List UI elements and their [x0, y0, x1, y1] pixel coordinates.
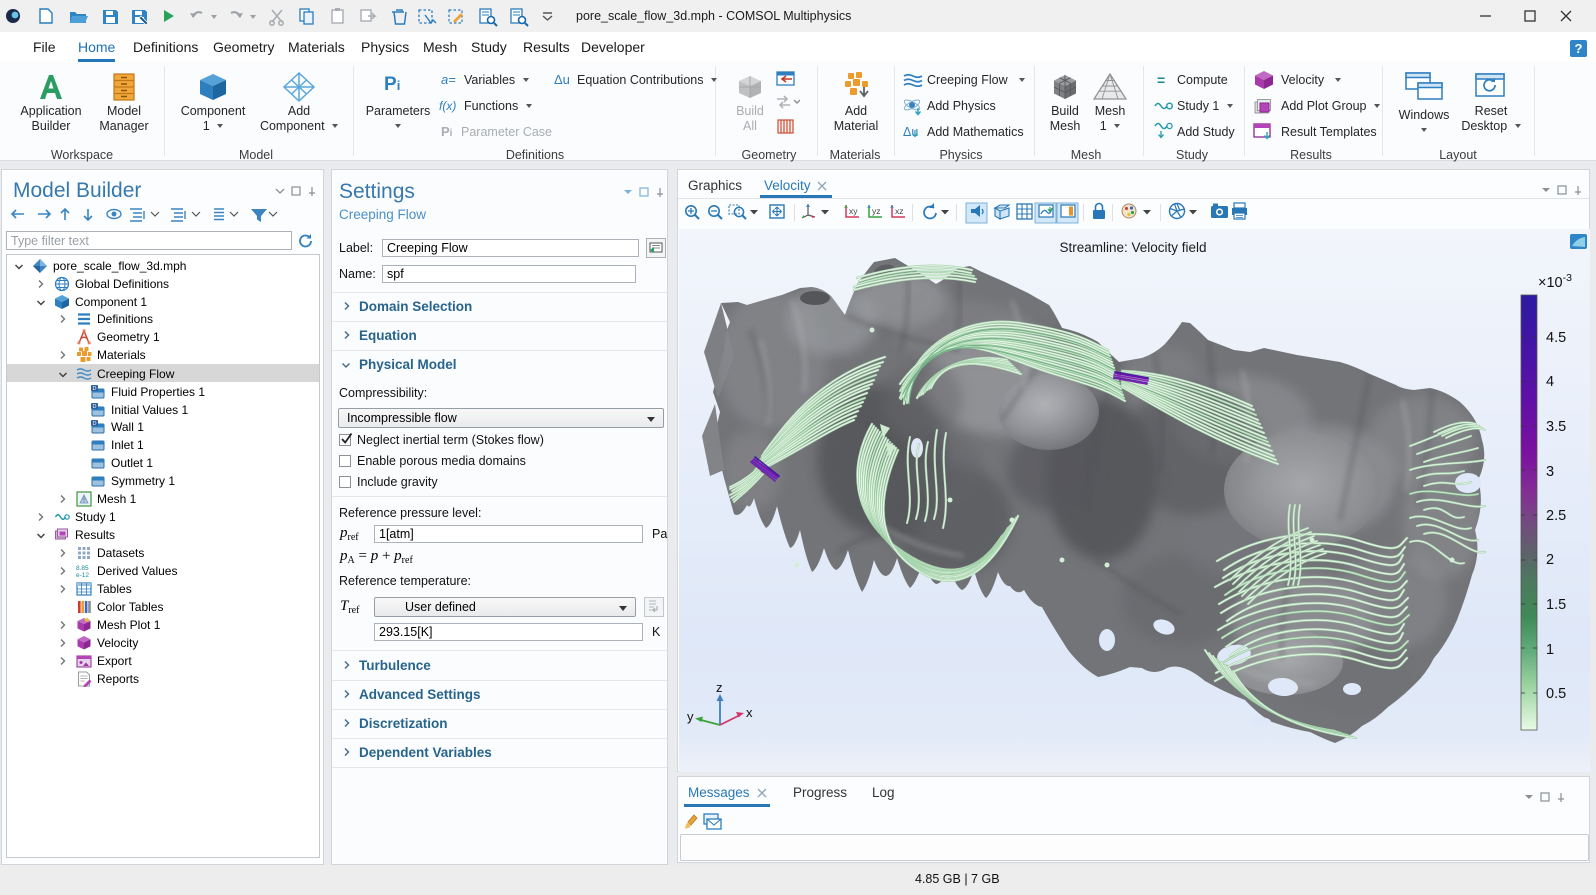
svg-text:4: 4	[1546, 374, 1554, 390]
svg-text:4.5: 4.5	[1546, 330, 1566, 346]
svg-text:x: x	[746, 705, 753, 720]
svg-text:0.5: 0.5	[1546, 686, 1566, 702]
svg-text:3.5: 3.5	[1546, 419, 1566, 435]
svg-text:xy: xy	[849, 206, 858, 216]
svg-text:1.5: 1.5	[1546, 597, 1566, 613]
svg-text:2: 2	[1546, 552, 1554, 568]
svg-text:D: D	[93, 386, 97, 392]
svg-text:1: 1	[1546, 642, 1554, 658]
svg-text:Streamline: Velocity field: Streamline: Velocity field	[1059, 240, 1206, 255]
svg-text:8.85: 8.85	[76, 565, 89, 572]
svg-text:D: D	[93, 421, 97, 427]
svg-text:z: z	[716, 680, 723, 695]
svg-text:e-12: e-12	[76, 572, 89, 579]
svg-text:3: 3	[1546, 464, 1554, 480]
svg-text:xz: xz	[895, 206, 904, 216]
svg-text:yz: yz	[872, 206, 881, 216]
svg-text:D: D	[93, 404, 97, 410]
svg-text:y: y	[687, 709, 694, 724]
svg-text:2.5: 2.5	[1546, 508, 1566, 524]
